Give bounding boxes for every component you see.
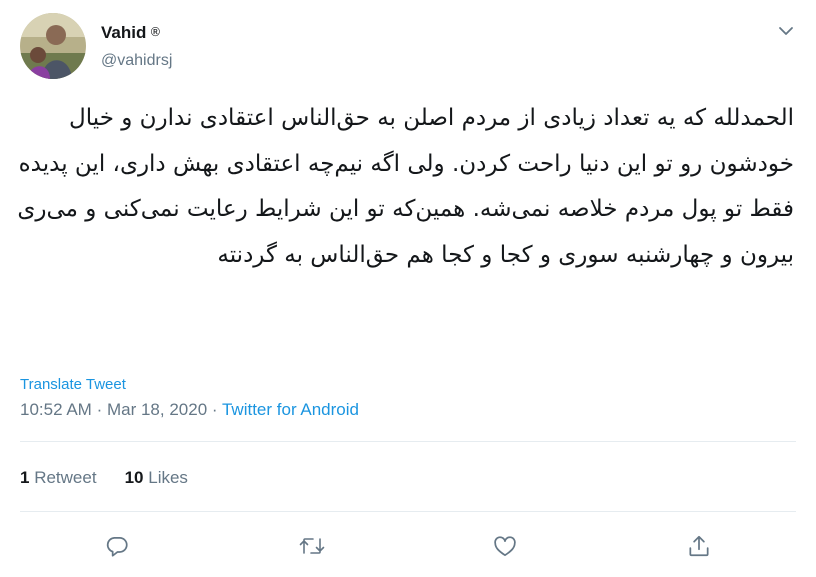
share-icon <box>689 535 709 557</box>
like-icon <box>494 536 516 557</box>
divider <box>20 511 796 512</box>
like-button[interactable] <box>490 531 520 561</box>
divider <box>20 441 796 442</box>
tweet-source-link[interactable]: Twitter for Android <box>222 400 359 419</box>
display-name[interactable]: Vahid <box>101 23 146 43</box>
tweet-date[interactable]: Mar 18, 2020 <box>107 400 207 419</box>
like-stat-label: Likes <box>148 468 188 487</box>
retweet-stat[interactable]: 1 Retweet <box>20 468 97 488</box>
meta-separator: · <box>211 400 218 419</box>
tweet-time[interactable]: 10:52 AM <box>20 400 92 419</box>
like-count: 10 <box>124 468 144 487</box>
share-button[interactable] <box>684 531 714 561</box>
tweet-actions <box>0 531 816 561</box>
translate-tweet-link[interactable]: Translate Tweet <box>20 376 126 393</box>
tweet-stats: 1 Retweet 10 Likes <box>20 468 188 488</box>
reply-icon <box>106 537 128 557</box>
avatar[interactable] <box>20 13 86 79</box>
registered-badge: ® <box>149 25 162 39</box>
retweet-icon <box>299 538 325 554</box>
reply-button[interactable] <box>102 531 132 561</box>
retweet-count: 1 <box>20 468 30 487</box>
like-stat[interactable]: 10 Likes <box>125 468 188 488</box>
retweet-stat-label: Retweet <box>34 468 97 487</box>
retweet-button[interactable] <box>297 531 327 561</box>
meta-separator: · <box>96 400 103 419</box>
chevron-down-icon[interactable] <box>775 20 797 42</box>
tweet-meta: 10:52 AM · Mar 18, 2020 · Twitter for An… <box>20 400 359 420</box>
author-name-line[interactable]: Vahid ® <box>101 23 161 43</box>
tweet-text: الحمدلله که یه تعداد زیادی از مردم اصلن … <box>17 105 794 268</box>
author-handle[interactable]: @vahidrsj <box>101 52 172 70</box>
